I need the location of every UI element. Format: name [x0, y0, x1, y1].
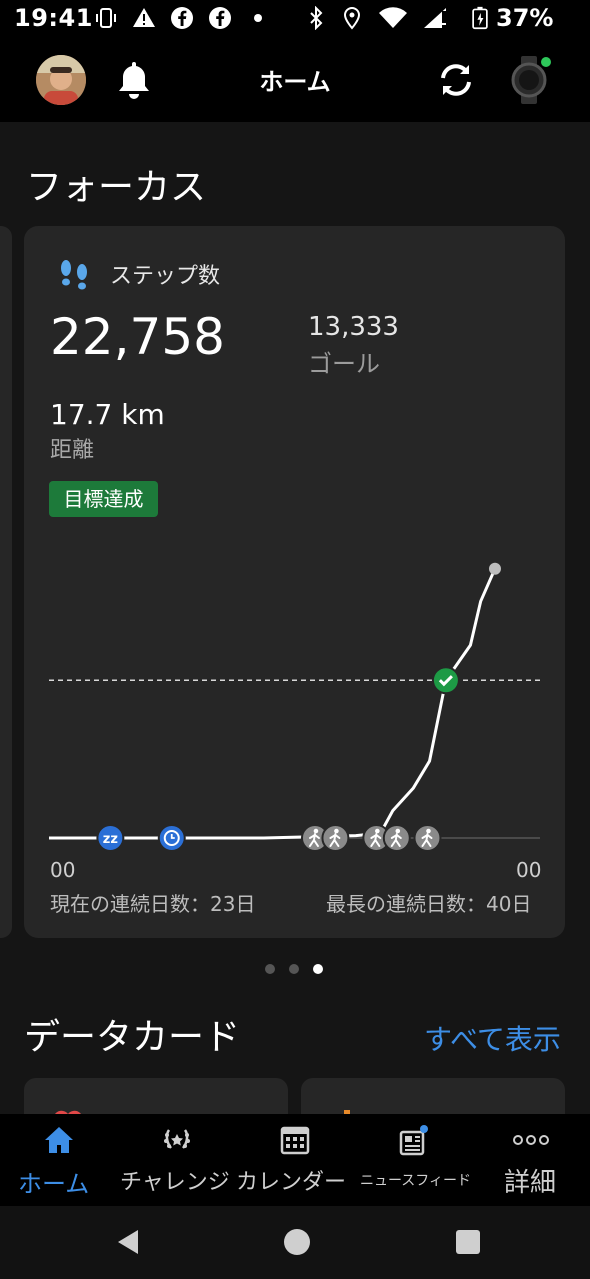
back-icon[interactable]	[114, 1228, 142, 1256]
distance-value: 17.7 km	[50, 398, 165, 431]
footsteps-icon	[61, 260, 87, 290]
view-all-link[interactable]: すべて表示	[424, 1018, 561, 1058]
goal-achieved-badge: 目標達成	[49, 481, 158, 517]
pager-dot-active[interactable]	[313, 964, 323, 974]
nav-item-challenges[interactable]: チャレンジ	[118, 1114, 236, 1206]
location-icon	[343, 6, 361, 30]
battery-percentage: 37%	[496, 4, 554, 32]
nav-item-more[interactable]: 詳細	[472, 1114, 590, 1206]
page-title: ホーム	[259, 68, 331, 96]
pager-dot[interactable]	[265, 964, 275, 974]
bluetooth-icon	[310, 6, 323, 30]
nav-item-calendar[interactable]: カレンダー	[236, 1114, 354, 1206]
distance-label: 距離	[50, 438, 95, 463]
longest-streak: 最長の連続日数：40日	[326, 892, 532, 916]
goal-label: ゴール	[308, 350, 380, 378]
battery-charging-icon	[472, 6, 488, 30]
facebook-icon	[209, 7, 231, 29]
x-axis-end-label: 00	[516, 858, 542, 882]
steps-label: ステップ数	[110, 264, 221, 289]
previous-card-edge[interactable]	[0, 226, 12, 938]
x-axis-start-label: 00	[50, 858, 76, 882]
home-circle-icon[interactable]	[283, 1228, 311, 1256]
signal-icon	[424, 8, 446, 28]
more-icon	[513, 1135, 549, 1145]
walk-head	[375, 828, 380, 834]
sync-icon[interactable]	[434, 58, 478, 102]
steps-chart: zz	[49, 562, 540, 852]
steps-series-line	[49, 568, 497, 840]
recents-icon[interactable]	[455, 1229, 481, 1255]
status-time: 19:41	[14, 4, 93, 32]
walk-head	[334, 828, 339, 834]
watch-icon[interactable]	[506, 54, 554, 106]
goal-value: 13,333	[308, 312, 399, 342]
laurel-icon	[164, 1129, 190, 1149]
nav-label-home: ホーム	[18, 1170, 90, 1198]
newsfeed-icon	[399, 1125, 428, 1156]
walk-head	[395, 828, 401, 834]
section-title-data-cards: データカード	[24, 1017, 241, 1058]
nav-label-more: 詳細	[504, 1168, 557, 1198]
current-streak: 現在の連続日数：23日	[50, 892, 256, 916]
vibrate-icon	[96, 8, 116, 28]
nav-item-home[interactable]: ホーム	[0, 1114, 118, 1206]
nav-label-newsfeed: ニュースフィード	[360, 1173, 472, 1189]
wifi-icon	[379, 7, 407, 29]
steps-value: 22,758	[50, 308, 225, 366]
calendar-icon	[280, 1126, 310, 1155]
sleep-icon-text: zz	[103, 832, 118, 847]
dot-icon	[254, 14, 262, 22]
home-icon	[45, 1127, 73, 1153]
pager-dot[interactable]	[289, 964, 299, 974]
nav-label-challenges: チャレンジ	[120, 1170, 230, 1195]
walk-head	[426, 828, 431, 834]
walk-head	[313, 828, 319, 834]
alert-icon	[133, 8, 155, 27]
nav-item-newsfeed[interactable]: ニュースフィード	[354, 1114, 472, 1206]
facebook-icon	[171, 7, 193, 29]
series-end-point	[488, 562, 501, 575]
section-title-focus: フォーカス	[26, 167, 207, 208]
nav-label-calendar: カレンダー	[236, 1170, 347, 1195]
